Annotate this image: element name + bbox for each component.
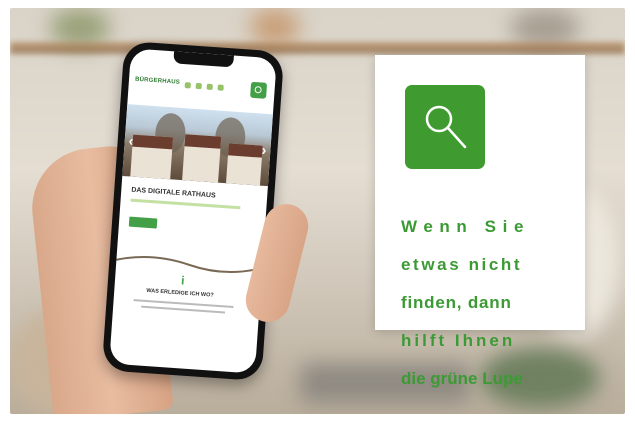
info-card: Wenn Sie etwas nicht finden, dann hilft … — [375, 55, 585, 388]
phone-notch — [173, 51, 234, 68]
house-shape — [130, 134, 174, 180]
text-line — [141, 305, 226, 314]
magnifier-icon — [425, 105, 467, 149]
magnifier-icon-box — [405, 85, 485, 169]
site-question: WAS ERLEDIGE ICH WO? — [146, 287, 214, 299]
site-search-icon — [250, 81, 268, 99]
site-subtitle-line — [130, 198, 241, 210]
wave-divider — [116, 256, 263, 274]
site-nav-icons — [184, 82, 224, 91]
info-text-line: etwas nicht — [401, 255, 523, 274]
info-text-line: finden, dann — [401, 293, 512, 312]
info-icon: i — [180, 273, 185, 288]
info-text-line: die grüne Lupe — [401, 369, 523, 388]
info-text-line: hilft Ihnen — [401, 331, 516, 350]
chevron-left-icon: ‹ — [128, 132, 134, 149]
smartphone: BÜRGERHAUS ‹ › DAS DIGITALE RATHAUS i WA… — [101, 40, 285, 382]
nav-icon — [195, 82, 202, 90]
nav-icon — [217, 84, 224, 91]
wooden-shelf — [10, 42, 625, 54]
info-text-line: Wenn Sie — [401, 217, 531, 236]
site-more-button — [128, 216, 158, 229]
site-hero-image: ‹ › — [122, 104, 273, 187]
nav-icon — [184, 82, 191, 89]
phone-screen: BÜRGERHAUS ‹ › DAS DIGITALE RATHAUS i WA… — [109, 48, 277, 374]
chevron-right-icon: › — [261, 141, 267, 158]
info-text: Wenn Sie etwas nicht finden, dann hilft … — [401, 198, 561, 407]
site-heading: DAS DIGITALE RATHAUS — [131, 186, 216, 200]
house-shape — [226, 143, 263, 186]
shelf-object-blur — [250, 8, 300, 46]
nav-icon — [206, 83, 213, 91]
house-shape — [182, 134, 222, 183]
site-logo: BÜRGERHAUS — [134, 76, 181, 86]
